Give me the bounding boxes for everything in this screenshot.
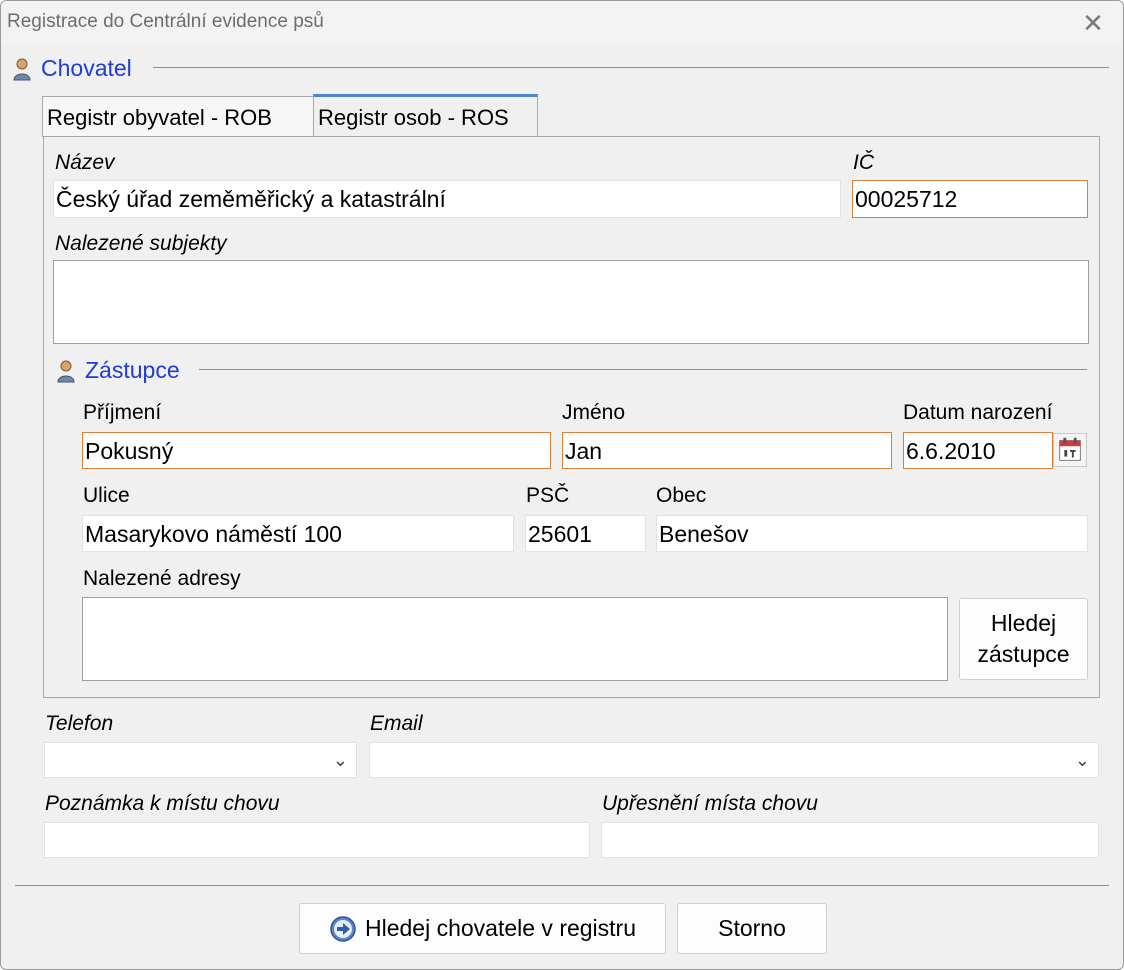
ulice-field[interactable]: Masarykovo náměstí 100	[82, 515, 514, 552]
psc-field[interactable]: 25601	[525, 515, 646, 552]
jmeno-field[interactable]: Jan	[562, 432, 892, 469]
hledej-zastupce-line2: zástupce	[977, 641, 1070, 667]
nalezene-subjekty-label: Nalezené subjekty	[55, 232, 227, 255]
datum-field[interactable]: 6.6.2010	[903, 432, 1053, 469]
tab-rob[interactable]: Registr obyvatel - ROB	[42, 96, 314, 137]
obec-field[interactable]: Benešov	[656, 515, 1088, 552]
chovatel-heading: Chovatel	[11, 55, 132, 82]
storno-button[interactable]: Storno	[677, 903, 827, 954]
zastupce-rule	[199, 369, 1087, 370]
person-icon	[13, 58, 31, 80]
psc-label: PSČ	[526, 484, 570, 507]
prijmeni-label: Příjmení	[83, 401, 162, 424]
poznamka-label: Poznámka k místu chovu	[45, 792, 280, 815]
hledej-chovatele-label: Hledej chovatele v registru	[364, 915, 637, 941]
ic-label: IČ	[853, 151, 874, 174]
tab-rob-label: Registr obyvatel - ROB	[47, 105, 272, 130]
ulice-label: Ulice	[83, 484, 130, 507]
calendar-icon	[1059, 437, 1081, 461]
email-label: Email	[370, 712, 423, 735]
nazev-field[interactable]: Český úřad zeměměřický a katastrální	[53, 180, 841, 218]
dialog-window: Registrace do Centrální evidence psů ✕ C…	[0, 0, 1124, 970]
footer-divider	[15, 885, 1109, 886]
hledej-chovatele-button[interactable]: Hledej chovatele v registru	[299, 903, 666, 954]
telefon-label: Telefon	[45, 712, 114, 735]
storno-label: Storno	[718, 915, 786, 941]
jmeno-label: Jméno	[562, 401, 626, 424]
dialog-body: Chovatel Registr obyvatel - ROB Registr …	[7, 45, 1117, 963]
hledej-zastupce-line1: Hledej	[990, 610, 1057, 636]
calendar-button[interactable]	[1053, 433, 1087, 467]
nalezene-subjekty-list[interactable]	[53, 260, 1089, 344]
upresneni-field[interactable]	[601, 822, 1099, 858]
close-button[interactable]: ✕	[1075, 7, 1111, 39]
chovatel-rule	[153, 67, 1109, 68]
close-icon: ✕	[1082, 7, 1104, 38]
chevron-down-icon: ⌄	[1074, 750, 1090, 770]
ic-field[interactable]: 00025712	[852, 180, 1088, 218]
hledej-zastupce-button[interactable]: Hledej zástupce	[959, 598, 1088, 680]
telefon-combo[interactable]: ⌄	[44, 742, 357, 778]
obec-label: Obec	[656, 484, 707, 507]
datum-label: Datum narození	[903, 401, 1053, 424]
zastupce-label: Zástupce	[85, 357, 180, 383]
chevron-down-icon: ⌄	[332, 750, 348, 770]
nalezene-adresy-list[interactable]	[82, 597, 948, 681]
chovatel-label: Chovatel	[41, 55, 132, 81]
nazev-label: Název	[55, 151, 115, 174]
email-combo[interactable]: ⌄	[369, 742, 1099, 778]
poznamka-field[interactable]	[44, 822, 590, 858]
tab-ros[interactable]: Registr osob - ROS	[313, 94, 538, 137]
arrow-right-circle-icon	[330, 915, 356, 942]
window-title: Registrace do Centrální evidence psů	[7, 11, 324, 32]
zastupce-heading: Zástupce	[55, 357, 180, 384]
nalezene-adresy-label: Nalezené adresy	[83, 567, 241, 590]
title-bar: Registrace do Centrální evidence psů ✕	[1, 1, 1123, 45]
tab-ros-label: Registr osob - ROS	[318, 105, 509, 130]
prijmeni-field[interactable]: Pokusný	[82, 432, 551, 469]
upresneni-label: Upřesnění místa chovu	[602, 792, 818, 815]
person-icon	[57, 360, 75, 382]
